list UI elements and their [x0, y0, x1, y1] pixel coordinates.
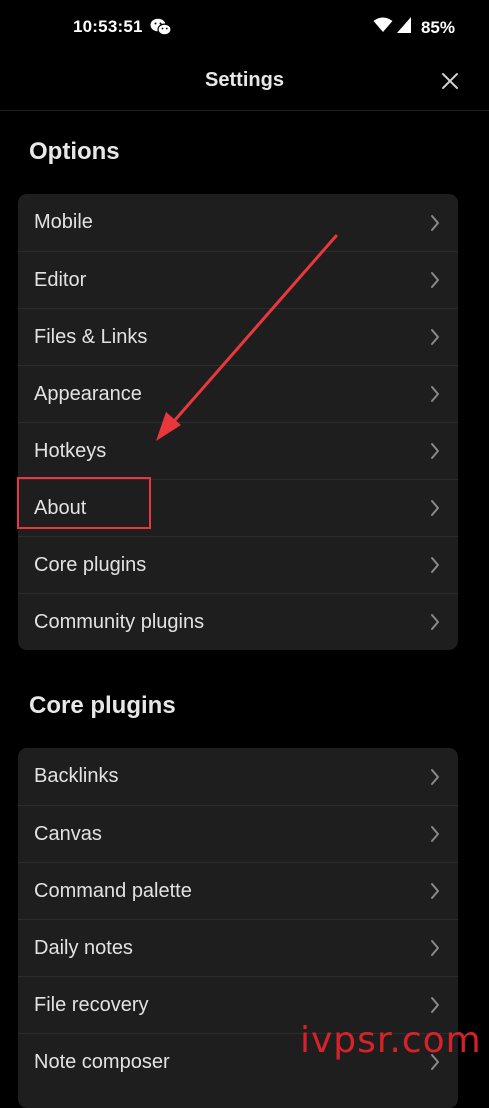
chevron-right-icon: [431, 214, 439, 231]
page-title: Settings: [205, 69, 284, 91]
options-item-label: Hotkeys: [34, 439, 107, 462]
chevron-right-icon: [431, 614, 439, 630]
options-item-editor[interactable]: Editor: [18, 251, 458, 308]
wifi-icon: [373, 17, 393, 38]
annotation-highlight-box: [17, 477, 151, 529]
signal-icon: [396, 17, 411, 38]
options-item-community-plugins[interactable]: Community plugins: [18, 593, 458, 650]
close-button[interactable]: [439, 70, 461, 92]
chevron-right-icon: [431, 272, 439, 288]
core-plugin-item-label: Daily notes: [34, 936, 133, 959]
options-list: Mobile Editor Files & Links Appearance H…: [18, 194, 458, 650]
core-plugin-item-label: Command palette: [34, 879, 192, 902]
status-indicators: 85%: [373, 17, 455, 38]
options-item-label: Community plugins: [34, 610, 205, 633]
chevron-right-icon: [431, 329, 439, 345]
core-plugins-section-title: Core plugins: [29, 692, 176, 719]
chevron-right-icon: [431, 557, 439, 573]
battery-level: 85%: [420, 17, 455, 37]
chevron-right-icon: [431, 883, 439, 899]
options-item-label: Mobile: [34, 211, 93, 233]
options-item-files-links[interactable]: Files & Links: [18, 308, 458, 365]
chevron-right-icon: [431, 768, 439, 785]
chevron-right-icon: [431, 443, 439, 459]
chevron-right-icon: [431, 826, 439, 842]
settings-header: Settings: [0, 56, 489, 111]
close-icon: [442, 73, 458, 89]
wechat-icon: [150, 17, 172, 37]
options-item-appearance[interactable]: Appearance: [18, 365, 458, 422]
chevron-right-icon: [431, 386, 439, 402]
core-plugin-item-backlinks[interactable]: Backlinks: [18, 748, 458, 805]
status-time: 10:53:51: [73, 17, 143, 36]
core-plugin-item-canvas[interactable]: Canvas: [18, 805, 458, 862]
options-item-label: Appearance: [34, 382, 142, 405]
chevron-right-icon: [431, 500, 439, 516]
core-plugin-item-command-palette[interactable]: Command palette: [18, 862, 458, 919]
core-plugin-item-label: File recovery: [34, 993, 149, 1016]
core-plugin-item-label: Canvas: [34, 822, 102, 845]
options-item-label: Core plugins: [34, 553, 147, 576]
options-item-label: Editor: [34, 268, 87, 291]
options-item-core-plugins[interactable]: Core plugins: [18, 536, 458, 593]
core-plugin-item-label: Note composer: [34, 1050, 170, 1073]
chevron-right-icon: [431, 940, 439, 956]
status-bar: 10:53:51 85%: [0, 0, 489, 56]
core-plugin-item-daily-notes[interactable]: Daily notes: [18, 919, 458, 976]
watermark-text: ivpsr.com: [300, 1020, 482, 1061]
options-item-mobile[interactable]: Mobile: [18, 194, 458, 251]
options-item-label: Files & Links: [34, 325, 148, 348]
options-item-hotkeys[interactable]: Hotkeys: [18, 422, 458, 479]
chevron-right-icon: [431, 997, 439, 1013]
options-section-title: Options: [29, 138, 120, 165]
core-plugin-item-label: Backlinks: [34, 765, 119, 787]
